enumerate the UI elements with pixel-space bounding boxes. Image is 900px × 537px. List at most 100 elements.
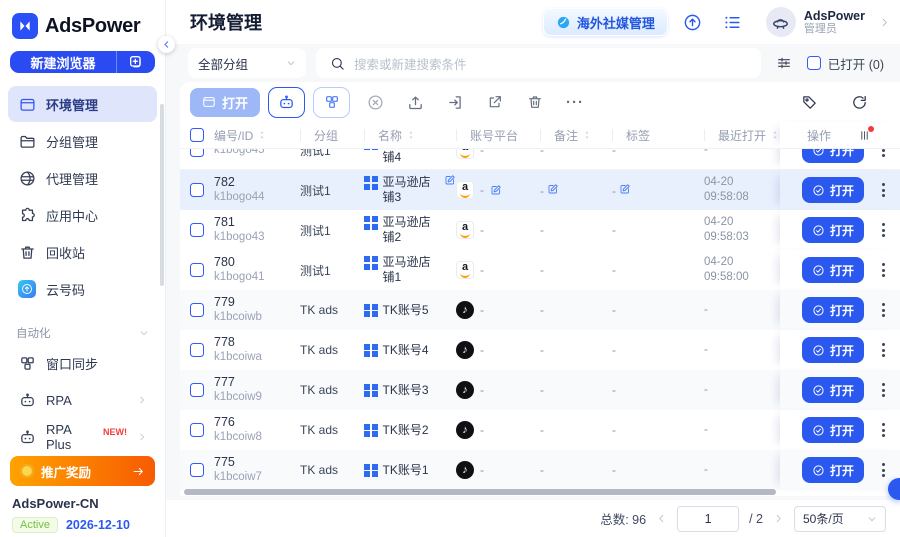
table-row[interactable]: 777k1bcoiw9TK adsTK账号3♪----打开 (180, 370, 900, 410)
prev-page-button[interactable] (656, 513, 667, 524)
table-row[interactable]: 775k1bcoiw7TK adsTK账号1♪----打开 (180, 450, 900, 490)
sort-icon[interactable] (770, 130, 780, 140)
tiktok-icon: ♪ (456, 421, 474, 439)
task-list-button[interactable] (718, 7, 748, 37)
column-header-5[interactable]: 标签 (612, 127, 704, 144)
import-button[interactable] (440, 87, 470, 117)
promo-banner[interactable]: 推广奖励 (10, 456, 155, 486)
row-checkbox[interactable] (180, 149, 214, 157)
row-checkbox[interactable] (180, 383, 214, 397)
rpa-robot-button[interactable] (268, 87, 305, 118)
row-checkbox[interactable] (180, 223, 214, 237)
sidebar-collapse-button[interactable] (158, 36, 175, 53)
column-header-6[interactable]: 最近打开 (704, 127, 780, 144)
tag-manage-button[interactable] (794, 87, 824, 117)
row-checkbox[interactable] (180, 263, 214, 277)
new-browser-button[interactable]: 新建浏览器 (10, 51, 155, 73)
next-page-button[interactable] (773, 513, 784, 524)
row-more-button[interactable] (882, 183, 885, 197)
sidebar-item-2[interactable]: 代理管理 (8, 160, 157, 196)
open-browser-button[interactable]: 打开 (802, 149, 864, 163)
sidebar-item-label: 分组管理 (46, 132, 98, 151)
horizontal-scrollbar[interactable] (184, 489, 776, 495)
update-sync-button[interactable] (678, 7, 708, 37)
open-browser-button[interactable]: 打开 (802, 417, 864, 443)
chevron-right-icon (137, 395, 147, 405)
open-browser-button[interactable]: 打开 (802, 457, 864, 483)
more-actions-button[interactable]: ··· (560, 87, 590, 117)
table-row[interactable]: 781k1bogo43测试1亚马逊店铺2a---04-2009:58:03打开 (180, 210, 900, 250)
opened-filter-checkbox[interactable]: 已打开 (0) (807, 54, 886, 73)
row-checkbox[interactable] (180, 463, 214, 477)
table-row[interactable]: 780k1bogo41测试1亚马逊店铺1a---04-2009:58:00打开 (180, 250, 900, 290)
automation-item-0[interactable]: 窗口同步 (8, 345, 157, 381)
row-checkbox[interactable] (180, 183, 214, 197)
row-checkbox[interactable] (180, 423, 214, 437)
sidebar-item-3[interactable]: 应用中心 (8, 197, 157, 233)
export-upload-button[interactable] (400, 87, 430, 117)
select-all-checkbox[interactable] (180, 128, 214, 142)
open-browser-button[interactable]: 打开 (802, 257, 864, 283)
column-header-2[interactable]: 名称 (364, 127, 456, 144)
table-row[interactable]: 779k1bcoiwbTK adsTK账号5♪----打开 (180, 290, 900, 330)
edit-icon[interactable] (490, 184, 502, 196)
table-row[interactable]: 776k1bcoiw8TK adsTK账号2♪----打开 (180, 410, 900, 450)
open-browser-button[interactable]: 打开 (802, 177, 864, 203)
overseas-social-button[interactable]: 海外社媒管理 (543, 8, 668, 36)
checkbox[interactable] (807, 56, 821, 70)
open-browser-button[interactable]: 打开 (802, 337, 864, 363)
edit-icon[interactable] (444, 175, 456, 186)
chevron-right-icon[interactable] (879, 17, 890, 28)
advanced-filter-icon[interactable] (771, 55, 797, 71)
automation-item-1[interactable]: RPA (8, 382, 157, 418)
quick-create-icon[interactable] (117, 54, 155, 70)
open-browser-button[interactable]: 打开 (802, 297, 864, 323)
sort-icon[interactable] (257, 130, 267, 140)
column-header-0[interactable]: 编号/ID (214, 127, 300, 144)
sidebar-item-5[interactable]: 云号码 (8, 271, 157, 307)
column-header-1[interactable]: 分组 (300, 127, 364, 144)
column-settings-icon[interactable] (858, 129, 871, 142)
row-more-button[interactable] (882, 383, 885, 397)
row-more-button[interactable] (882, 223, 885, 237)
row-more-button[interactable] (882, 343, 885, 357)
share-transfer-button[interactable] (480, 87, 510, 117)
delete-button[interactable] (520, 87, 550, 117)
open-browser-button[interactable]: 打开 (802, 217, 864, 243)
column-header-4[interactable]: 备注 (540, 127, 612, 144)
column-header-3[interactable]: 账号平台 (456, 127, 540, 144)
open-browser-button[interactable]: 打开 (802, 377, 864, 403)
table-row[interactable]: 778k1bcoiwaTK adsTK账号4♪----打开 (180, 330, 900, 370)
sidebar-item-4[interactable]: 回收站 (8, 234, 157, 270)
window-sync-button[interactable] (313, 87, 350, 118)
search-input[interactable]: 搜索或新建搜索条件 (316, 48, 761, 78)
chevron-down-icon[interactable] (139, 328, 149, 338)
table-row[interactable]: k1bogo45测试1亚马逊店铺4a----打开 (180, 149, 900, 170)
sidebar-item-0[interactable]: 环境管理 (8, 86, 157, 122)
group-select[interactable]: 全部分组 (188, 48, 306, 78)
row-checkbox[interactable] (180, 343, 214, 357)
page-input[interactable]: 1 (677, 506, 739, 532)
new-browser-label[interactable]: 新建浏览器 (10, 53, 116, 72)
page-size-select[interactable]: 50条/页 (794, 506, 886, 532)
edit-icon[interactable] (547, 183, 559, 195)
sidebar-scrollbar[interactable] (160, 104, 164, 286)
row-more-button[interactable] (882, 463, 885, 477)
batch-open-button[interactable]: 打开 (190, 88, 260, 117)
row-more-button[interactable] (882, 303, 885, 317)
sort-icon[interactable] (406, 130, 416, 140)
sidebar-item-1[interactable]: 分组管理 (8, 123, 157, 159)
sort-icon[interactable] (582, 130, 592, 140)
user-menu[interactable]: AdsPower 管理员 (758, 7, 869, 37)
automation-section[interactable]: 自动化 (0, 320, 165, 344)
row-more-button[interactable] (882, 149, 885, 157)
automation-item-2[interactable]: RPA PlusNEW! (8, 419, 157, 455)
refresh-button[interactable] (844, 87, 874, 117)
table-row[interactable]: 782k1bogo44测试1亚马逊店铺3a-- - 04-2009:58:08打… (180, 170, 900, 210)
row-more-button[interactable] (882, 423, 885, 437)
close-all-button[interactable] (360, 87, 390, 117)
edit-icon[interactable] (619, 183, 631, 195)
row-more-button[interactable] (882, 263, 885, 277)
row-checkbox[interactable] (180, 303, 214, 317)
avatar[interactable] (766, 7, 796, 37)
